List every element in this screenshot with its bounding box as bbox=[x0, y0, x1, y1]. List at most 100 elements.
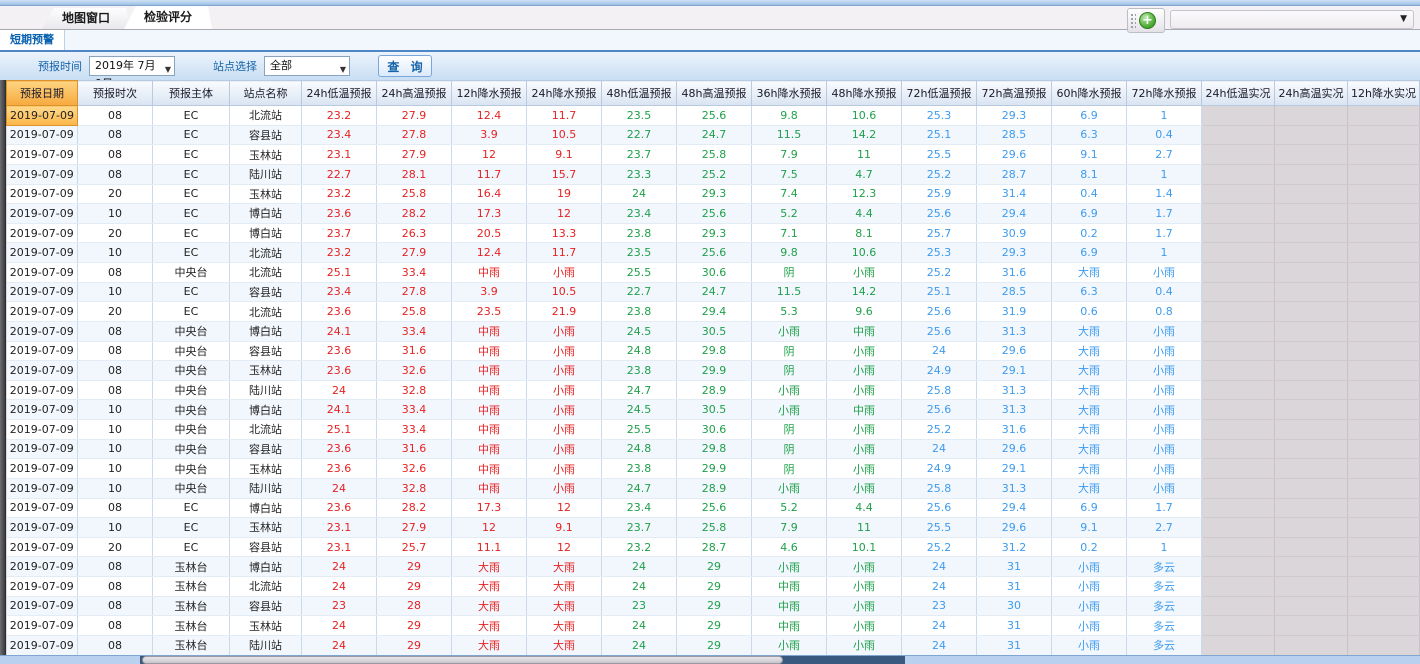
table-cell[interactable]: 23.2 bbox=[602, 537, 677, 557]
table-cell[interactable]: 12 bbox=[527, 498, 602, 518]
table-cell[interactable]: 2019-07-09 bbox=[7, 263, 78, 283]
table-cell[interactable]: 5.2 bbox=[752, 204, 827, 224]
table-cell[interactable]: 25.5 bbox=[902, 518, 977, 538]
table-cell[interactable]: 25.6 bbox=[902, 204, 977, 224]
table-row[interactable]: 2019-07-0910EC博白站23.628.217.31223.425.65… bbox=[7, 204, 1420, 224]
table-cell[interactable] bbox=[1275, 341, 1348, 361]
table-cell[interactable]: 2019-07-09 bbox=[7, 145, 78, 165]
table-cell[interactable]: 31.3 bbox=[977, 400, 1052, 420]
table-cell[interactable]: 小雨 bbox=[827, 420, 902, 440]
table-cell[interactable]: 小雨 bbox=[752, 635, 827, 655]
table-cell[interactable]: 10.6 bbox=[827, 243, 902, 263]
table-cell[interactable]: 2019-07-09 bbox=[7, 420, 78, 440]
table-cell[interactable]: 2019-07-09 bbox=[7, 498, 78, 518]
table-cell[interactable]: 容县站 bbox=[230, 282, 302, 302]
table-cell[interactable] bbox=[1348, 145, 1420, 165]
column-header[interactable]: 站点名称 bbox=[230, 81, 302, 106]
table-cell[interactable] bbox=[1348, 164, 1420, 184]
table-cell[interactable]: 27.9 bbox=[377, 106, 452, 126]
table-cell[interactable]: 10.5 bbox=[527, 125, 602, 145]
table-row[interactable]: 2019-07-0910中央台陆川站2432.8中雨小雨24.728.9小雨小雨… bbox=[7, 478, 1420, 498]
table-row[interactable]: 2019-07-0908玉林台玉林站2429大雨大雨2429中雨小雨2431小雨… bbox=[7, 616, 1420, 636]
table-cell[interactable] bbox=[1348, 263, 1420, 283]
table-cell[interactable]: 0.4 bbox=[1127, 282, 1202, 302]
table-cell[interactable]: 小雨 bbox=[527, 361, 602, 381]
table-cell[interactable] bbox=[1348, 302, 1420, 322]
table-cell[interactable]: 玉林台 bbox=[153, 557, 230, 577]
table-cell[interactable] bbox=[1202, 518, 1275, 538]
table-cell[interactable]: 25.6 bbox=[677, 204, 752, 224]
table-cell[interactable] bbox=[1202, 184, 1275, 204]
table-cell[interactable]: 33.4 bbox=[377, 420, 452, 440]
table-cell[interactable]: 31.6 bbox=[977, 263, 1052, 283]
table-cell[interactable]: 中央台 bbox=[153, 361, 230, 381]
table-cell[interactable] bbox=[1202, 420, 1275, 440]
table-cell[interactable]: 多云 bbox=[1127, 635, 1202, 655]
table-cell[interactable]: 24.1 bbox=[302, 400, 377, 420]
table-row[interactable]: 2019-07-0910中央台北流站25.133.4中雨小雨25.530.6阴小… bbox=[7, 420, 1420, 440]
table-cell[interactable]: 小雨 bbox=[827, 439, 902, 459]
table-cell[interactable]: 24 bbox=[302, 478, 377, 498]
table-cell[interactable]: 24 bbox=[902, 439, 977, 459]
table-cell[interactable]: 大雨 bbox=[1052, 478, 1127, 498]
table-cell[interactable] bbox=[1202, 282, 1275, 302]
table-cell[interactable] bbox=[1275, 263, 1348, 283]
table-cell[interactable]: 23 bbox=[902, 596, 977, 616]
table-row[interactable]: 2019-07-0908EC容县站23.427.83.910.522.724.7… bbox=[7, 125, 1420, 145]
table-cell[interactable] bbox=[1348, 616, 1420, 636]
table-cell[interactable]: 23.1 bbox=[302, 518, 377, 538]
table-cell[interactable]: 25.6 bbox=[902, 302, 977, 322]
table-cell[interactable]: 小雨 bbox=[1127, 380, 1202, 400]
table-cell[interactable]: 23.2 bbox=[302, 106, 377, 126]
table-row[interactable]: 2019-07-0908中央台玉林站23.632.6中雨小雨23.829.9阴小… bbox=[7, 361, 1420, 381]
table-cell[interactable] bbox=[1275, 459, 1348, 479]
table-cell[interactable]: 25.1 bbox=[902, 282, 977, 302]
table-cell[interactable]: 11 bbox=[827, 518, 902, 538]
table-cell[interactable]: 2019-07-09 bbox=[7, 537, 78, 557]
table-cell[interactable]: 29.6 bbox=[977, 341, 1052, 361]
table-cell[interactable]: 29 bbox=[677, 577, 752, 597]
table-cell[interactable]: 28.7 bbox=[677, 537, 752, 557]
table-cell[interactable]: 小雨 bbox=[827, 635, 902, 655]
table-cell[interactable]: 29 bbox=[677, 616, 752, 636]
table-cell[interactable]: 阴 bbox=[752, 341, 827, 361]
table-cell[interactable]: 0.4 bbox=[1127, 125, 1202, 145]
table-cell[interactable]: 23.8 bbox=[602, 361, 677, 381]
table-cell[interactable]: 玉林站 bbox=[230, 361, 302, 381]
table-cell[interactable]: 23.6 bbox=[302, 204, 377, 224]
table-cell[interactable] bbox=[1275, 616, 1348, 636]
table-cell[interactable]: 中雨 bbox=[452, 263, 527, 283]
table-row[interactable]: 2019-07-0920EC博白站23.726.320.513.323.829.… bbox=[7, 223, 1420, 243]
table-cell[interactable]: 20 bbox=[78, 302, 153, 322]
table-cell[interactable]: 31 bbox=[977, 557, 1052, 577]
table-cell[interactable]: 小雨 bbox=[827, 577, 902, 597]
table-cell[interactable]: 9.8 bbox=[752, 106, 827, 126]
table-cell[interactable]: 23 bbox=[602, 596, 677, 616]
table-cell[interactable]: 25.5 bbox=[602, 420, 677, 440]
table-cell[interactable]: 小雨 bbox=[827, 596, 902, 616]
table-cell[interactable]: 23.4 bbox=[602, 204, 677, 224]
table-cell[interactable]: 大雨 bbox=[1052, 321, 1127, 341]
table-cell[interactable]: 23.2 bbox=[302, 243, 377, 263]
table-cell[interactable]: 31.3 bbox=[977, 478, 1052, 498]
table-cell[interactable]: 2019-07-09 bbox=[7, 125, 78, 145]
table-cell[interactable]: 10 bbox=[78, 420, 153, 440]
table-cell[interactable]: 23.8 bbox=[602, 459, 677, 479]
table-cell[interactable]: 中央台 bbox=[153, 263, 230, 283]
table-cell[interactable]: EC bbox=[153, 106, 230, 126]
table-cell[interactable]: 20 bbox=[78, 537, 153, 557]
table-cell[interactable]: 29.3 bbox=[977, 106, 1052, 126]
table-cell[interactable]: 小雨 bbox=[1052, 577, 1127, 597]
table-cell[interactable]: 23.6 bbox=[302, 341, 377, 361]
table-cell[interactable] bbox=[1275, 577, 1348, 597]
table-cell[interactable]: 08 bbox=[78, 577, 153, 597]
table-cell[interactable]: 31 bbox=[977, 616, 1052, 636]
table-row[interactable]: 2019-07-0908玉林台容县站2328大雨大雨2329中雨小雨2330小雨… bbox=[7, 596, 1420, 616]
table-cell[interactable]: 4.4 bbox=[827, 498, 902, 518]
table-cell[interactable]: 北流站 bbox=[230, 302, 302, 322]
table-cell[interactable]: 中雨 bbox=[452, 459, 527, 479]
table-cell[interactable]: 小雨 bbox=[827, 263, 902, 283]
table-cell[interactable]: 小雨 bbox=[527, 321, 602, 341]
table-cell[interactable]: 小雨 bbox=[1052, 557, 1127, 577]
table-cell[interactable]: 24 bbox=[302, 380, 377, 400]
